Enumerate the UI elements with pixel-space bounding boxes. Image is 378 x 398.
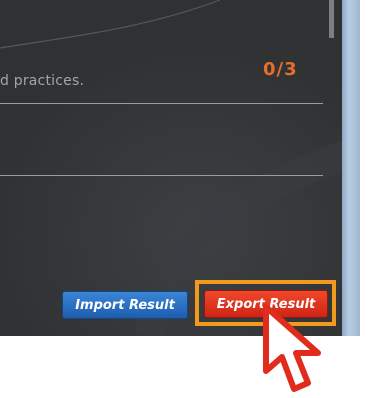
score-counter: 0/3 xyxy=(263,59,298,80)
question-description-text: d practices. xyxy=(0,73,85,89)
screenshot-stage: d practices. 0/3 Import Result Export Re… xyxy=(0,0,378,398)
import-result-button[interactable]: Import Result xyxy=(62,291,188,319)
window-edge xyxy=(342,0,360,336)
mouse-pointer-icon xyxy=(263,304,321,392)
divider-top xyxy=(0,103,323,104)
divider-bottom xyxy=(0,175,323,176)
scroll-rail[interactable] xyxy=(329,0,334,38)
